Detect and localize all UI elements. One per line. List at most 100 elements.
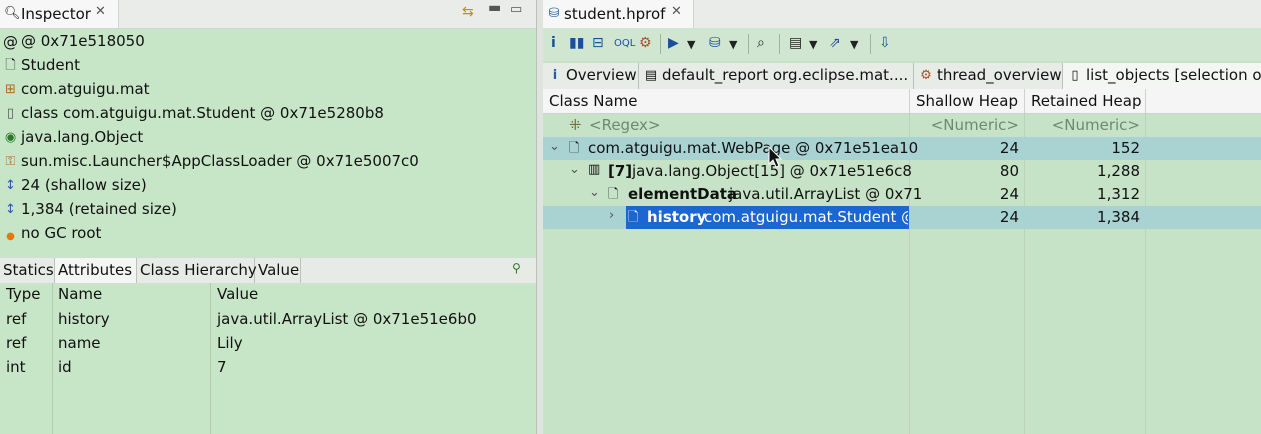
mouse-cursor [768, 146, 783, 168]
heap-dump-editor: ⛁ student.hprof ✕ i ▮▮ ⊟ OQL ⚙ ▶ ▼ ⛁ ▼ ⌕… [543, 0, 1261, 434]
result-tabs: i Overview ▤ default_report org.eclipse.… [543, 63, 1261, 90]
cell-shallow-heap: 80 [999, 162, 1019, 180]
tab-label: default_report org.eclipse.mat.... [662, 66, 909, 84]
column-label: Retained Heap [1031, 92, 1142, 110]
list-objects-icon: ▯ [1071, 68, 1079, 83]
table-row[interactable]: int id 7 [0, 356, 536, 380]
inspector-view: 🔍︎ Inspector ✕ ⇆ ▬ ▭ @ @ 0x71e518050 🗋 S… [0, 0, 536, 434]
expand-twisty[interactable]: ⌄ [549, 139, 560, 154]
chevron-down-icon[interactable]: ▼ [850, 38, 858, 51]
expand-twisty[interactable]: › [609, 208, 614, 223]
run-report-icon[interactable]: ▶ [668, 35, 679, 51]
group-by-icon[interactable]: ▤ [789, 35, 802, 51]
inspector-tab[interactable]: 🔍︎ Inspector ✕ [0, 0, 119, 28]
pin-icon[interactable]: ⚲ [512, 261, 521, 275]
editor-tab-student-hprof[interactable]: ⛁ student.hprof ✕ [543, 0, 694, 28]
tab-value[interactable]: Value [255, 258, 301, 283]
retained-filter-input[interactable]: <Numeric> [1028, 116, 1140, 134]
info-package: ⊞ com.atguigu.mat [0, 78, 536, 102]
info-icon: i [552, 68, 558, 83]
cell-retained-heap: 1,312 [1097, 185, 1140, 203]
cell-field-name: elementData [628, 185, 738, 203]
table-header: Class Name Shallow Heap Retained Heap [543, 89, 1261, 114]
tab-attributes[interactable]: Attributes [55, 258, 137, 283]
table-row[interactable]: ref name Lily [0, 332, 536, 356]
at-icon: @ [3, 33, 18, 51]
close-icon[interactable]: ✕ [95, 4, 106, 19]
maximize-icon[interactable]: ▭ [510, 2, 522, 17]
cell-retained-heap: 1,288 [1097, 162, 1140, 180]
cell-value: java.util.ArrayList @ 0x71e51e6b0 [217, 310, 477, 328]
package-icon: ⊞ [5, 82, 16, 97]
tab-list-objects[interactable]: ▯ list_objects [selection o [1063, 63, 1261, 89]
object-icon: 🗋 [569, 141, 580, 156]
column-header-retained-heap[interactable]: Retained Heap [1025, 89, 1146, 113]
info-text: 1,384 (retained size) [21, 200, 177, 218]
cell-class-name: java.util.ArrayList @ 0x71 [729, 185, 923, 203]
shallow-filter-input[interactable]: <Numeric> [913, 116, 1019, 134]
cell-type: int [6, 358, 26, 376]
thread-icon: ⚙ [920, 68, 932, 83]
filter-row[interactable]: ⁜ <Regex> <Numeric> <Numeric> [543, 114, 1261, 137]
info-icon[interactable]: i [551, 35, 556, 51]
oql-icon[interactable]: OQL [614, 38, 635, 49]
tab-label: Statics [3, 261, 54, 279]
toolbar-separator [870, 34, 871, 54]
column-header-name[interactable]: Name [58, 285, 102, 303]
tab-label: Value [258, 261, 300, 279]
chevron-down-icon[interactable]: ▼ [729, 38, 737, 51]
close-icon[interactable]: ✕ [671, 4, 682, 19]
tab-thread-overview[interactable]: ⚙ thread_overview [914, 63, 1063, 89]
chevron-down-icon[interactable]: ▼ [687, 38, 695, 51]
table-row-selected[interactable]: › 🗋 history com.atguigu.mat.Student @ 24… [543, 206, 1261, 229]
dominator-tree-icon[interactable]: ⊟ [592, 35, 604, 51]
calculate-retained-icon[interactable]: ⇗ [829, 35, 841, 51]
column-header-value[interactable]: Value [217, 285, 258, 303]
object-tree-table: Class Name Shallow Heap Retained Heap ⁜ … [543, 89, 1261, 434]
table-row[interactable]: ref history java.util.ArrayList @ 0x71e5… [0, 308, 536, 332]
expand-twisty[interactable]: ⌄ [569, 162, 580, 177]
tab-label: list_objects [selection o [1086, 66, 1261, 84]
info-address: @ @ 0x71e518050 [0, 30, 536, 54]
attribute-tabs: Statics Attributes Class Hierarchy Value… [0, 257, 536, 284]
table-row[interactable]: ⌄ 🗋 elementData java.util.ArrayList @ 0x… [543, 183, 1261, 206]
tab-default-report[interactable]: ▤ default_report org.eclipse.mat.... [639, 63, 914, 89]
table-row[interactable]: ⌄ ▥ [7] java.lang.Object[15] @ 0x71e51e6… [543, 160, 1261, 183]
toolbar-separator [748, 34, 749, 54]
gc-root-icon: ● [6, 231, 15, 242]
cell-shallow-heap: 24 [999, 208, 1019, 226]
cell-name: name [58, 334, 101, 352]
export-icon[interactable]: ⇩ [879, 35, 891, 51]
inspector-tab-label: Inspector [21, 5, 91, 23]
cell-class-name: com.atguigu.mat.WebPage @ 0x71e51ea10 [588, 139, 919, 157]
attributes-table: Type Name Value ref history java.util.Ar… [0, 283, 536, 434]
column-header-type[interactable]: Type [6, 285, 40, 303]
editor-tab-label: student.hprof [564, 5, 666, 23]
search-icon[interactable]: ⌕ [757, 35, 765, 51]
column-header-class-name[interactable]: Class Name [543, 89, 910, 113]
expand-twisty[interactable]: ⌄ [589, 185, 600, 200]
tab-overview[interactable]: i Overview [543, 63, 639, 89]
cell-name: history [58, 310, 110, 328]
class-icon: ▯ [6, 106, 15, 121]
regex-filter-icon: ⁜ [569, 116, 582, 134]
column-header-shallow-heap[interactable]: Shallow Heap [910, 89, 1025, 113]
minimize-icon[interactable]: ▬ [488, 0, 501, 16]
tab-label: Class Hierarchy [140, 261, 257, 279]
sync-icon[interactable]: ⇆ [462, 4, 474, 20]
chevron-down-icon[interactable]: ▼ [809, 38, 817, 51]
cell-retained-heap: 1,384 [1097, 208, 1140, 226]
heap-dump-icon: ⛁ [548, 6, 560, 21]
tab-statics[interactable]: Statics [0, 258, 55, 283]
info-gc-root: ● no GC root [0, 222, 536, 246]
regex-filter-input[interactable]: <Regex> [589, 116, 660, 134]
inspector-magnifier-icon: 🔍︎ [4, 6, 21, 21]
tab-class-hierarchy[interactable]: Class Hierarchy [137, 258, 257, 283]
size-icon: ↕ [5, 178, 16, 193]
query-browser-icon[interactable]: ⛁ [709, 35, 721, 51]
histogram-icon[interactable]: ▮▮ [569, 35, 584, 51]
table-row[interactable]: ⌄ 🗋 com.atguigu.mat.WebPage @ 0x71e51ea1… [543, 137, 1261, 160]
info-text: @ 0x71e518050 [21, 32, 145, 50]
thread-icon[interactable]: ⚙ [639, 35, 652, 51]
editor-toolbar: i ▮▮ ⊟ OQL ⚙ ▶ ▼ ⛁ ▼ ⌕ ▤ ▼ ⇗ ▼ ⇩ [543, 28, 1261, 61]
